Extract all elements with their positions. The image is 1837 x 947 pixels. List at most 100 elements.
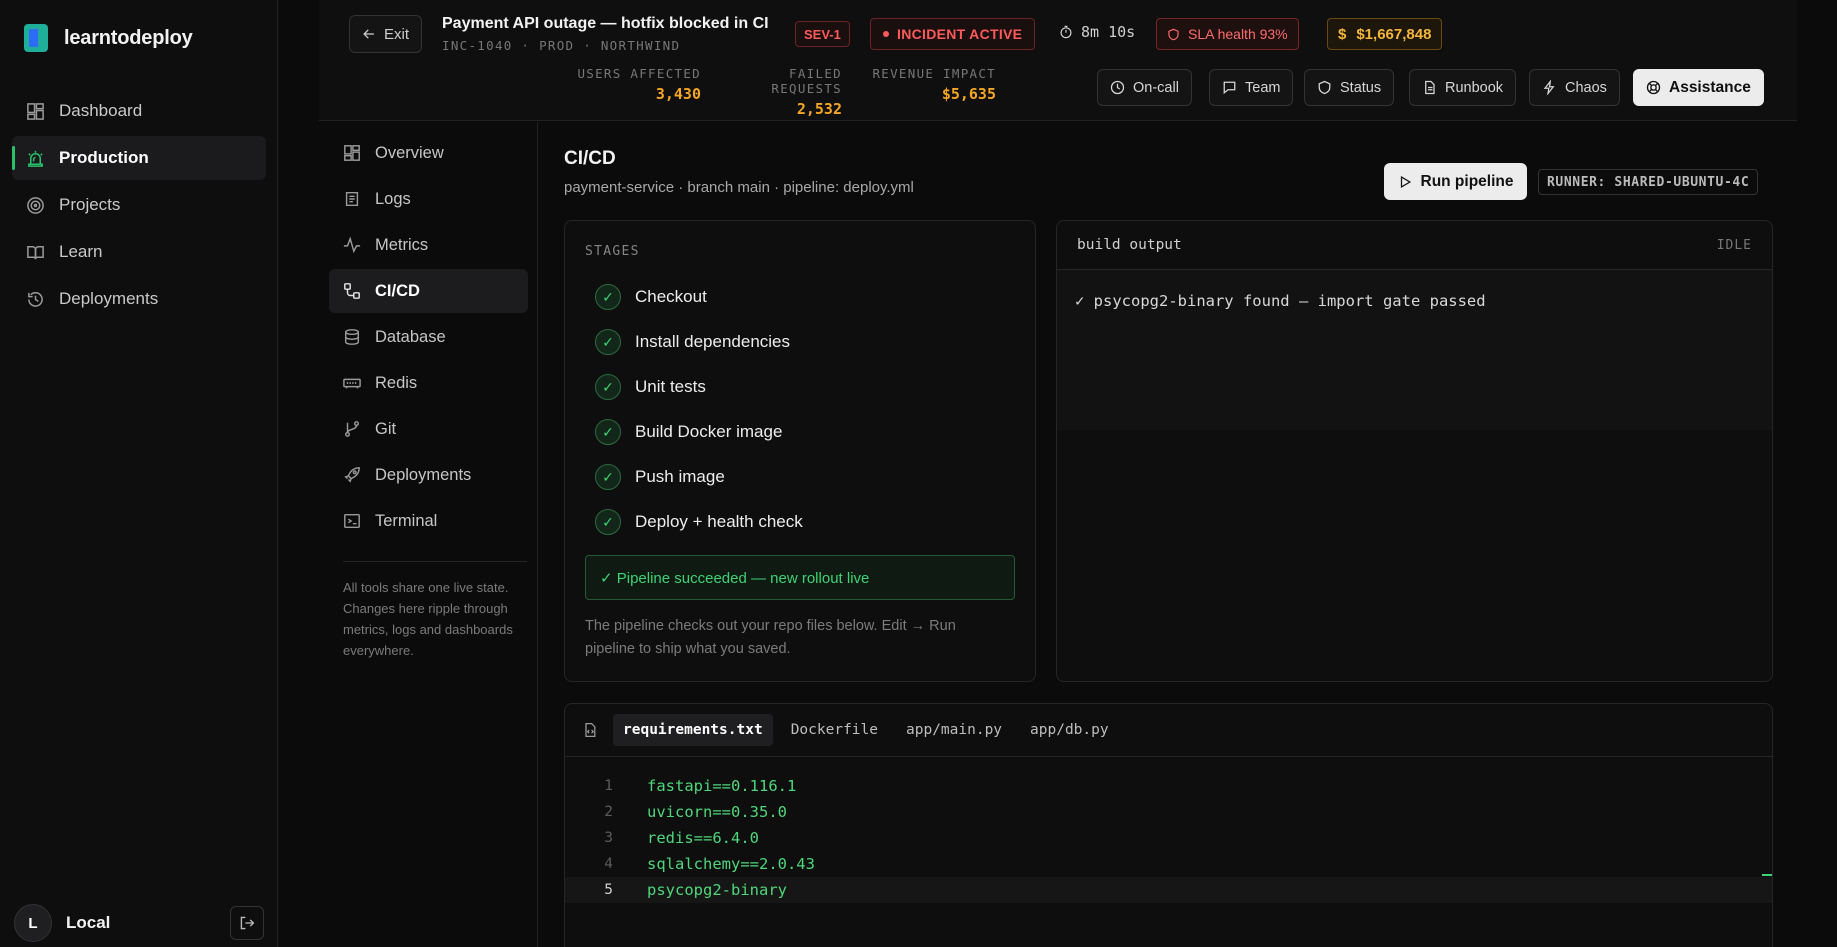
tool-label: Deployments [375, 465, 472, 484]
tool-label: Overview [375, 143, 444, 162]
exit-label: Exit [383, 25, 409, 43]
runbook-label: Runbook [1445, 79, 1504, 96]
run-pipeline-button[interactable]: Run pipeline [1384, 163, 1527, 200]
code-line[interactable]: 4 sqlalchemy==2.0.43 [565, 851, 1772, 877]
avatar[interactable]: L [14, 904, 52, 942]
app-nav-item-dashboard[interactable]: Dashboard [12, 89, 266, 133]
shield-icon [1168, 28, 1179, 40]
stopwatch-icon [1060, 25, 1072, 39]
app-nav-label: Dashboard [59, 101, 143, 120]
tool-item-cicd[interactable]: CI/CD [329, 269, 528, 313]
lifebuoy-icon [1646, 80, 1661, 95]
exit-button[interactable]: Exit [349, 15, 422, 53]
build-output-panel: build output IDLE ✓ psycopg2-binary foun… [1056, 220, 1773, 682]
build-output-title: build output [1077, 237, 1182, 253]
tool-item-database[interactable]: Database [329, 315, 528, 359]
tool-item-logs[interactable]: Logs [329, 177, 528, 221]
incident-status-label: INCIDENT ACTIVE [897, 26, 1023, 42]
tool-label: Metrics [375, 235, 429, 254]
app-nav-label: Projects [59, 195, 121, 214]
stage-checkout: ✓ Checkout [595, 284, 707, 310]
scrollbar-marker[interactable] [1762, 874, 1772, 876]
stage-build-docker-image: ✓ Build Docker image [595, 419, 782, 445]
incident-subtitle: INC-1040 · PROD · NORTHWIND [442, 38, 681, 53]
oncall-button[interactable]: On-call [1097, 69, 1192, 106]
check-circle-icon: ✓ [595, 329, 621, 355]
cost-badge: $ $1,667,848 [1327, 18, 1443, 50]
code-text: redis==6.4.0 [647, 829, 759, 847]
editor-tab-dockerfile[interactable]: Dockerfile [781, 714, 888, 746]
stat-label: FAILED REQUESTS [771, 66, 842, 96]
clock-icon [1110, 80, 1125, 95]
chaos-button[interactable]: Chaos [1529, 69, 1620, 106]
rocket-icon [344, 467, 360, 483]
dollar-icon: $ [1338, 25, 1347, 43]
stage-label: Build Docker image [635, 422, 783, 441]
app-nav-item-projects[interactable]: Projects [12, 183, 266, 227]
tool-label: Terminal [375, 511, 438, 530]
cost-value: $1,667,848 [1356, 25, 1432, 43]
database-icon [344, 329, 360, 345]
team-button[interactable]: Team [1209, 69, 1294, 106]
logout-button[interactable] [230, 906, 264, 940]
runbook-button[interactable]: Runbook [1409, 69, 1517, 106]
stat-users-affected: USERS AFFECTED 3,430 [552, 66, 701, 103]
editor-tab-main-py[interactable]: app/main.py [896, 714, 1012, 746]
stat-failed-requests: FAILED REQUESTS 2,532 [711, 66, 842, 118]
incident-title: Payment API outage — hotfix blocked in C… [442, 15, 769, 32]
app-nav-label: Production [59, 148, 149, 167]
stage-unit-tests: ✓ Unit tests [595, 374, 706, 400]
stages-heading: STAGES [585, 244, 640, 259]
check-circle-icon: ✓ [595, 419, 621, 445]
line-number: 4 [604, 856, 613, 872]
stage-label: Install dependencies [635, 332, 791, 351]
pipeline-subtitle: payment-service · branch main · pipeline… [564, 179, 914, 196]
tool-label: Database [375, 327, 446, 346]
lightning-icon [1543, 80, 1555, 95]
stage-label: Checkout [635, 287, 707, 306]
build-output-state: IDLE [1716, 237, 1752, 253]
build-output-header: build output IDLE [1057, 221, 1772, 270]
tool-item-overview[interactable]: Overview [329, 131, 528, 175]
check-circle-icon: ✓ [595, 464, 621, 490]
status-label: Status [1340, 79, 1382, 96]
status-button[interactable]: Status [1304, 69, 1395, 106]
code-line[interactable]: 2 uvicorn==0.35.0 [565, 799, 1772, 825]
timer-value: 8m 10s [1081, 23, 1136, 41]
check-circle-icon: ✓ [595, 509, 621, 535]
brand[interactable]: learntodeploy [24, 24, 193, 52]
tools-nav: Overview Logs Metrics CI/CD Database Red… [319, 122, 538, 947]
code-line[interactable]: 1 fastapi==0.116.1 [565, 773, 1772, 799]
line-number: 5 [604, 882, 613, 898]
tool-item-deployments[interactable]: Deployments [329, 453, 528, 497]
code-editor-panel: requirements.txt Dockerfile app/main.py … [564, 703, 1773, 947]
runner-badge: RUNNER: SHARED-UBUNTU-4C [1538, 169, 1759, 195]
book-icon [27, 245, 44, 259]
tool-item-git[interactable]: Git [329, 407, 528, 451]
assistance-label: Assistance [1669, 78, 1751, 96]
check-circle-icon: ✓ [595, 374, 621, 400]
app-nav-item-deployments[interactable]: Deployments [12, 277, 266, 321]
tool-item-terminal[interactable]: Terminal [329, 499, 528, 543]
stage-label: Deploy + health check [635, 512, 803, 531]
assistance-button[interactable]: Assistance [1633, 69, 1764, 106]
build-output-log[interactable]: ✓ psycopg2-binary found — import gate pa… [1057, 270, 1772, 430]
sla-health-label: SLA health 93% [1188, 26, 1288, 42]
tool-item-metrics[interactable]: Metrics [329, 223, 528, 267]
code-text: psycopg2-binary [647, 881, 787, 899]
code-line-current[interactable]: 5 psycopg2-binary [565, 877, 1772, 903]
editor-tab-requirements[interactable]: requirements.txt [613, 714, 773, 746]
editor-tab-db-py[interactable]: app/db.py [1020, 714, 1119, 746]
target-icon [27, 196, 44, 214]
stage-push-image: ✓ Push image [595, 464, 725, 490]
tool-item-redis[interactable]: Redis [329, 361, 528, 405]
app-nav-item-production[interactable]: Production [12, 136, 266, 180]
chaos-label: Chaos [1565, 79, 1607, 96]
stat-value: $5,635 [941, 85, 996, 103]
code-line[interactable]: 3 redis==6.4.0 [565, 825, 1772, 851]
check-circle-icon: ✓ [595, 284, 621, 310]
pipeline-note: The pipeline checks out your repo files … [585, 618, 956, 657]
log-line: ✓ psycopg2-binary found — import gate pa… [1075, 292, 1486, 310]
app-nav-item-learn[interactable]: Learn [12, 230, 266, 274]
activity-icon [343, 236, 361, 254]
